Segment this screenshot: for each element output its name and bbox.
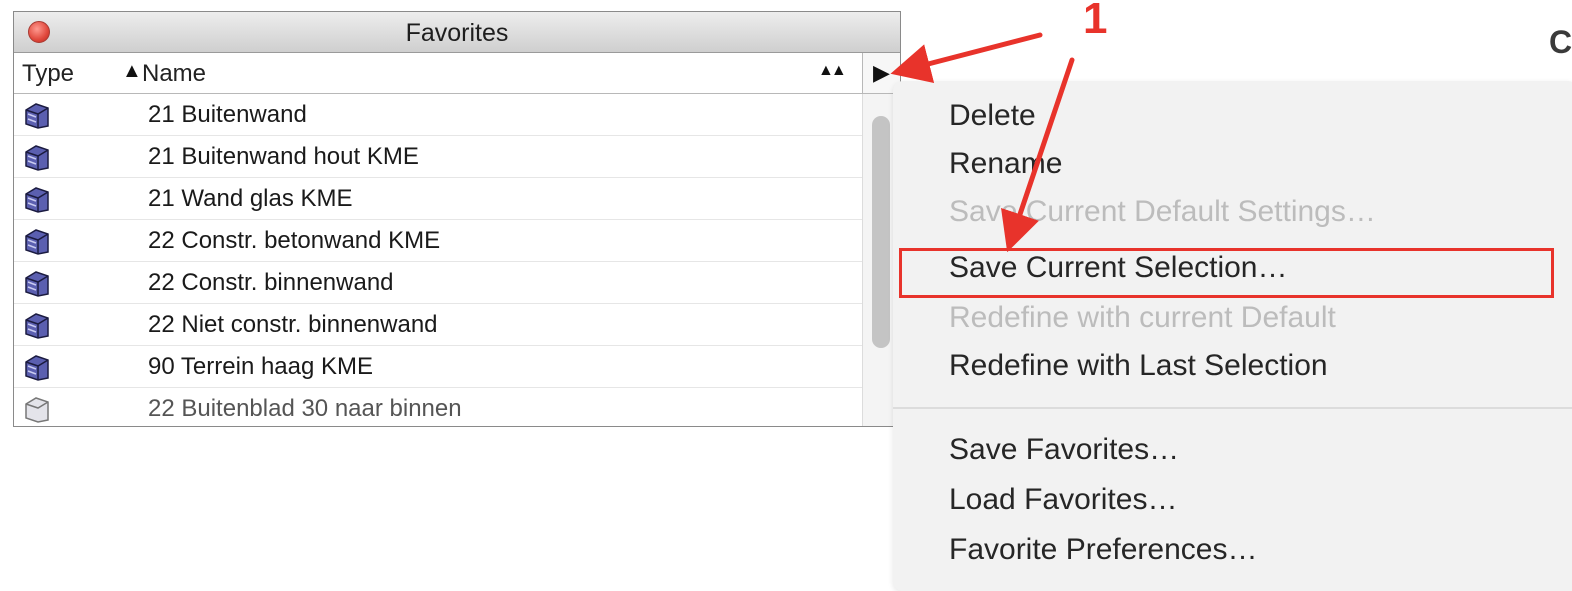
favorite-name: 22 Constr. binnenwand <box>148 269 394 296</box>
wall-tool-icon <box>25 187 49 213</box>
menu-item-rename[interactable]: Rename <box>949 147 1062 181</box>
wall-tool-icon <box>25 313 49 339</box>
sort-order-icon[interactable]: ▲▲ <box>818 62 847 80</box>
highlight-box <box>899 248 1554 298</box>
wall-tool-icon <box>25 103 49 129</box>
favorite-name: 21 Buitenwand <box>148 101 307 128</box>
list-item[interactable]: 22 Niet constr. binnenwand <box>14 304 862 346</box>
list-item[interactable]: 22 Buitenblad 30 naar binnen <box>14 388 862 426</box>
menu-item-redefine-last-selection[interactable]: Redefine with Last Selection <box>949 349 1328 383</box>
list-item[interactable]: 22 Constr. betonwand KME <box>14 220 862 262</box>
cropped-heading-text: C <box>1549 24 1572 60</box>
wall-tool-icon <box>25 271 49 297</box>
column-type-header[interactable]: Type <box>22 60 74 88</box>
menu-item-delete[interactable]: Delete <box>949 99 1036 133</box>
sort-ascending-icon: ▲ <box>122 60 142 82</box>
column-header: Type ▲ Name ▲▲ ▶ <box>14 53 900 94</box>
favorite-name: 22 Buitenblad 30 naar binnen <box>148 395 462 422</box>
wall-tool-icon <box>25 229 49 255</box>
window-title: Favorites <box>405 19 509 47</box>
title-bar[interactable]: Favorites <box>14 12 900 53</box>
scroll-thumb[interactable] <box>872 116 890 348</box>
menu-item-favorite-preferences[interactable]: Favorite Preferences… <box>949 533 1257 567</box>
favorite-name: 21 Buitenwand hout KME <box>148 143 419 170</box>
menu-item-save-favorites[interactable]: Save Favorites… <box>949 433 1179 467</box>
wall-tool-icon <box>25 355 49 381</box>
favorites-window: Favorites Type ▲ Name ▲▲ ▶ 21 Buitenwand… <box>13 11 901 427</box>
step-number-label: 1 <box>1083 0 1108 43</box>
list-item[interactable]: 21 Buitenwand <box>14 94 862 136</box>
favorites-list: 21 Buitenwand 21 Buitenwand hout KME 21 … <box>14 94 862 426</box>
menu-separator <box>893 407 1572 409</box>
favorites-context-menu: Delete Rename Save Current Default Setti… <box>893 81 1572 591</box>
list-item[interactable]: 21 Buitenwand hout KME <box>14 136 862 178</box>
list-item[interactable]: 90 Terrein haag KME <box>14 346 862 388</box>
favorite-name: 22 Niet constr. binnenwand <box>148 311 438 338</box>
arrow-to-menu-button <box>890 32 1043 84</box>
list-item[interactable]: 21 Wand glas KME <box>14 178 862 220</box>
wall-tool-icon <box>25 145 49 171</box>
menu-item-save-current-default-settings: Save Current Default Settings… <box>949 195 1376 228</box>
menu-item-load-favorites[interactable]: Load Favorites… <box>949 483 1177 517</box>
column-name-header[interactable]: Name <box>142 60 206 88</box>
list-item[interactable]: 22 Constr. binnenwand <box>14 262 862 304</box>
menu-item-redefine-current-default: Redefine with current Default <box>949 301 1336 334</box>
favorite-name: 90 Terrein haag KME <box>148 353 374 380</box>
favorite-name: 21 Wand glas KME <box>148 185 353 212</box>
favorite-name: 22 Constr. betonwand KME <box>148 227 441 254</box>
wall-tool-icon <box>25 397 49 423</box>
